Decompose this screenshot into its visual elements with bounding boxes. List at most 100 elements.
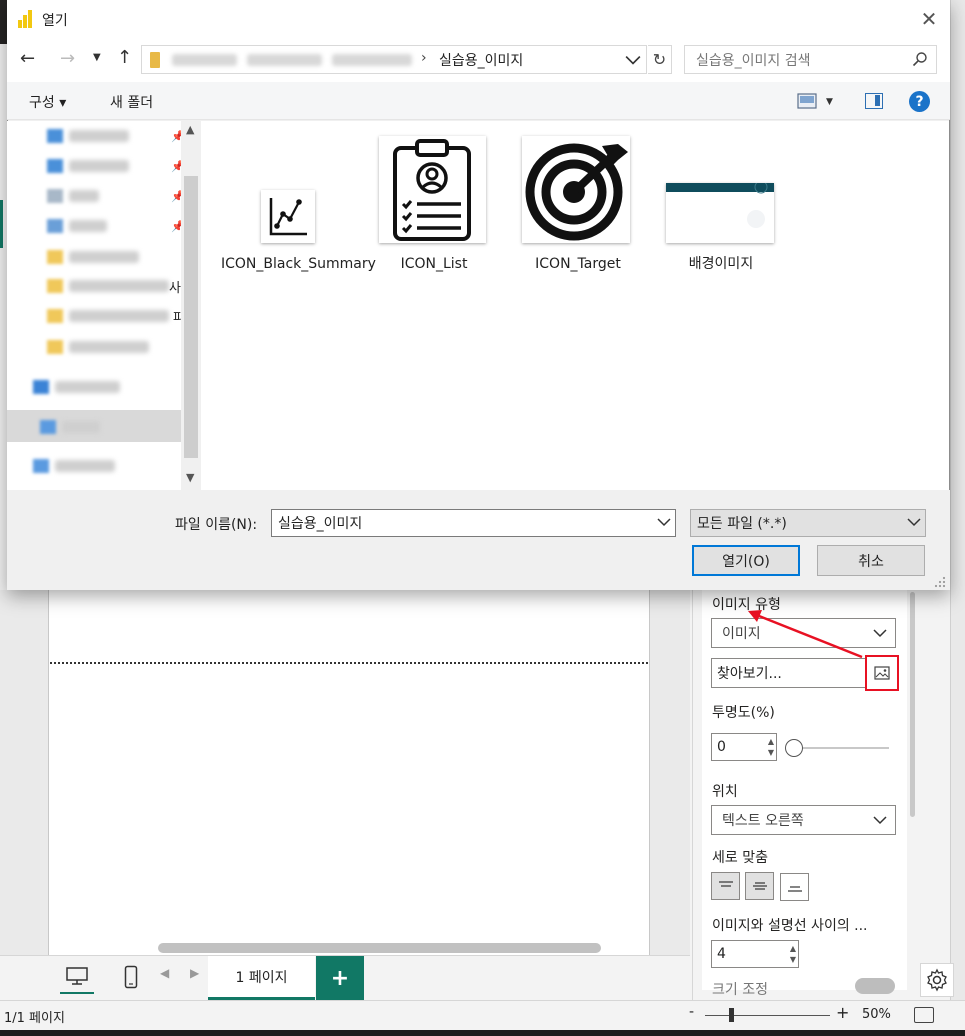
align-middle-button[interactable] <box>745 872 774 900</box>
close-icon[interactable]: ✕ <box>917 7 941 31</box>
transparency-input[interactable]: 0 ▲ ▼ <box>711 733 777 761</box>
tree-item-redacted[interactable]: 📌 <box>47 215 185 237</box>
tree-item-redacted[interactable]: 📌 <box>47 155 185 177</box>
folder-icon <box>47 309 63 323</box>
add-page-button[interactable]: + <box>316 956 364 1000</box>
tree-item-this-pc-redacted[interactable] <box>40 416 100 438</box>
view-dropdown-icon[interactable]: ▼ <box>826 97 833 107</box>
computer-icon <box>40 420 56 434</box>
transparency-slider-thumb[interactable] <box>785 739 803 757</box>
vertical-align-label: 세로 맞춤 <box>712 850 768 866</box>
desktop-layout-button[interactable] <box>60 960 94 994</box>
position-dropdown[interactable]: 텍스트 오른쪽 <box>711 805 896 835</box>
align-bottom-icon <box>787 886 802 892</box>
align-middle-icon <box>752 882 767 890</box>
file-name[interactable]: 배경이미지 <box>651 254 791 274</box>
file-name[interactable]: ICON_Target <box>508 254 648 274</box>
chevron-down-icon[interactable] <box>657 515 671 529</box>
transparency-label: 투명도(%) <box>712 705 775 721</box>
breadcrumb-redacted-3[interactable] <box>332 54 412 66</box>
filename-input[interactable]: 실습용_이미지 <box>271 509 676 537</box>
open-button[interactable]: 열기(O) <box>692 545 800 576</box>
phone-icon <box>124 965 138 989</box>
network-icon <box>33 459 49 473</box>
powerbi-logo-icon <box>18 10 32 28</box>
document-folder-icon <box>47 189 63 203</box>
tree-item-redacted[interactable]: 📌 <box>47 185 185 207</box>
image-type-label: 이미지 유형 <box>712 597 781 613</box>
image-type-dropdown[interactable]: 이미지 <box>711 618 896 648</box>
align-bottom-button[interactable] <box>780 873 809 901</box>
tree-scrollbar[interactable]: ▲ ▼ <box>181 121 201 490</box>
page-prev-icon[interactable]: ◀ <box>160 966 169 980</box>
spinner-icon[interactable]: ▲ ▼ <box>790 943 796 965</box>
file-thumbnail[interactable] <box>261 190 315 243</box>
view-options-icon[interactable] <box>797 93 817 109</box>
forward-arrow-icon[interactable]: → <box>60 48 75 69</box>
file-name[interactable]: ICON_List <box>364 254 504 274</box>
back-arrow-icon[interactable]: ← <box>20 48 35 69</box>
recent-locations-chevron-icon[interactable]: ▼ <box>93 52 101 63</box>
file-thumbnail[interactable] <box>379 136 486 243</box>
settings-button[interactable] <box>920 963 954 997</box>
up-arrow-icon[interactable]: ↑ <box>117 47 132 68</box>
address-bar[interactable]: › 실습용_이미지 <box>141 45 647 74</box>
image-type-value: 이미지 <box>722 626 761 642</box>
help-icon[interactable]: ? <box>909 91 930 112</box>
tree-scroll-thumb[interactable] <box>184 176 198 458</box>
format-pane-scrollbar[interactable] <box>910 592 915 817</box>
zoom-slider-thumb[interactable] <box>729 1008 734 1022</box>
tree-label-redacted <box>69 190 99 202</box>
tree-item-redacted[interactable]: 파 <box>47 305 185 327</box>
size-toggle[interactable] <box>855 978 895 994</box>
image-file-icon <box>874 666 890 680</box>
spacing-input[interactable]: 4 ▲ ▼ <box>711 940 799 968</box>
zoom-out-button[interactable]: - <box>689 1004 694 1020</box>
dialog-title: 열기 <box>42 13 68 29</box>
scroll-down-icon[interactable]: ▼ <box>186 471 194 484</box>
canvas-horizontal-scrollbar[interactable] <box>158 943 601 953</box>
browse-image-value: 찾아보기... <box>717 666 782 682</box>
refresh-icon[interactable]: ↻ <box>648 45 672 74</box>
fit-to-page-button[interactable] <box>914 1007 934 1023</box>
browse-image-button[interactable] <box>865 655 899 691</box>
tree-item-redacted[interactable]: 사 <box>47 275 181 297</box>
breadcrumb-redacted-1[interactable] <box>172 54 237 66</box>
resize-grip-icon[interactable] <box>934 576 946 588</box>
tab-page-1[interactable]: 1 페이지 <box>208 956 315 1000</box>
mobile-layout-button[interactable] <box>116 960 146 994</box>
search-input[interactable]: 실습용_이미지 검색 <box>684 45 937 74</box>
tree-item-network-redacted[interactable] <box>33 455 115 477</box>
tree-label-redacted <box>69 130 129 142</box>
folder-icon <box>47 279 63 293</box>
file-name[interactable]: ICON_Black_Summary <box>221 254 376 274</box>
zoom-slider-track[interactable] <box>705 1015 830 1016</box>
organize-button[interactable]: 구성 ▾ <box>29 92 66 112</box>
dialog-title-bar <box>7 0 950 38</box>
chevron-down-icon[interactable] <box>907 515 921 529</box>
tree-item-redacted[interactable]: 📌 <box>47 125 185 147</box>
preview-pane-icon[interactable] <box>865 93 883 109</box>
filetype-select[interactable]: 모든 파일 (*.*) <box>690 509 926 537</box>
tree-item-redacted[interactable] <box>47 246 139 268</box>
align-top-button[interactable] <box>711 872 740 900</box>
zoom-level[interactable]: 50% <box>862 1007 891 1022</box>
scroll-up-icon[interactable]: ▲ <box>186 123 194 136</box>
tree-item-onedrive-redacted[interactable] <box>33 376 120 398</box>
cancel-button[interactable]: 취소 <box>817 545 925 576</box>
zoom-in-button[interactable]: + <box>836 1003 849 1022</box>
tree-item-redacted[interactable] <box>47 336 149 358</box>
chevron-down-icon[interactable] <box>625 52 641 68</box>
breadcrumb-redacted-2[interactable] <box>247 54 322 66</box>
file-thumbnail[interactable] <box>522 136 630 243</box>
spinner-icon[interactable]: ▲ ▼ <box>768 736 774 758</box>
cloud-icon <box>33 380 49 394</box>
file-thumbnail[interactable] <box>666 180 774 243</box>
monitor-icon <box>66 967 88 985</box>
new-folder-button[interactable]: 새 폴더 <box>110 92 153 112</box>
breadcrumb-current[interactable]: 실습용_이미지 <box>439 50 523 70</box>
download-folder-icon <box>47 159 63 173</box>
report-page[interactable] <box>48 590 650 955</box>
transparency-slider-track[interactable] <box>795 747 889 749</box>
page-next-icon[interactable]: ▶ <box>190 966 199 980</box>
